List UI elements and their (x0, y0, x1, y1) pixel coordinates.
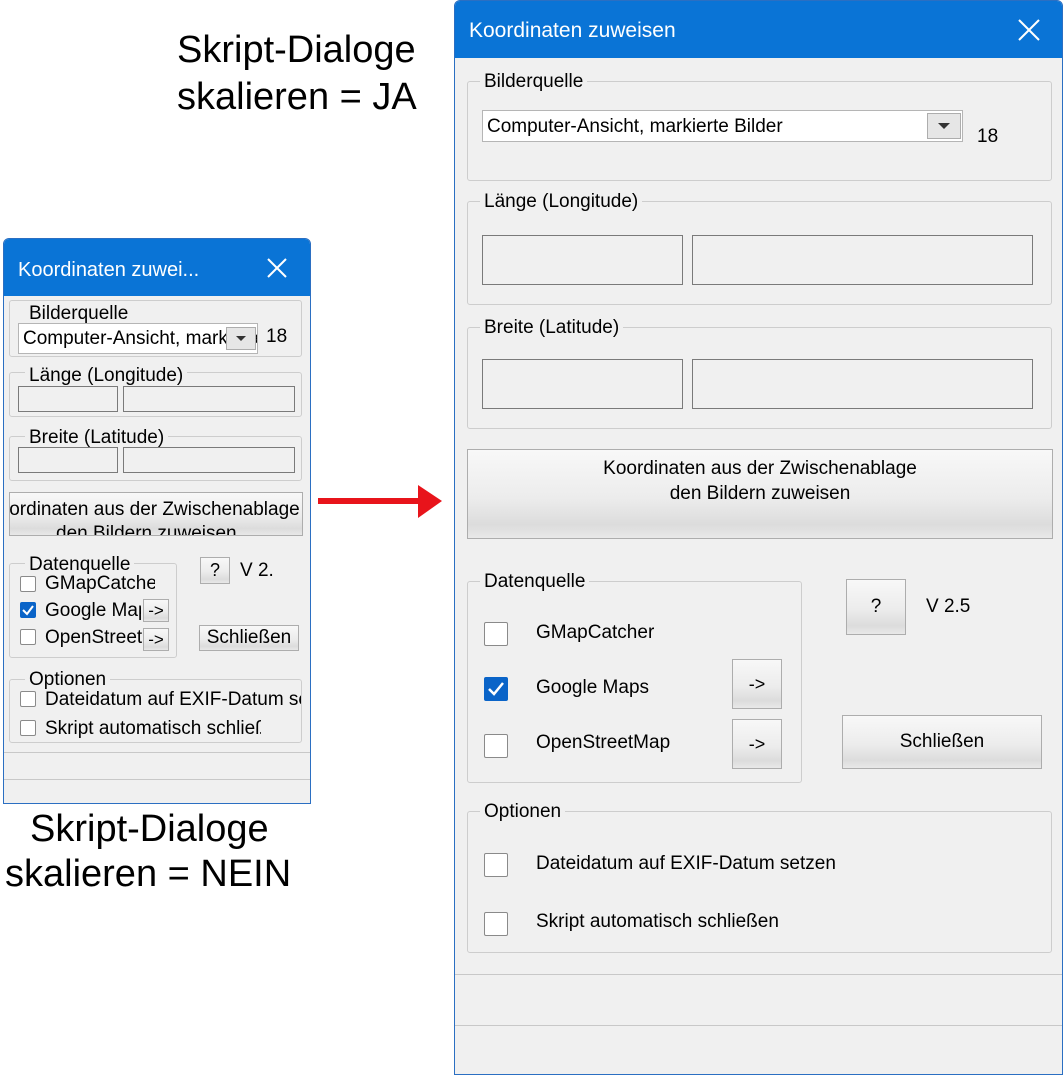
checkmark-icon (22, 605, 34, 616)
small-label-gmapcatcher: GMapCatcher (45, 573, 155, 594)
large-label-exif-date: Dateidatum auf EXIF-Datum setzen (536, 853, 836, 874)
small-legend-optionen: Optionen (25, 669, 111, 691)
small-legend-laenge: Länge (Longitude) (25, 365, 188, 387)
large-latitude-value-field[interactable] (692, 359, 1033, 409)
small-help-button[interactable]: ? (200, 557, 230, 584)
small-assign-coordinates-button[interactable]: Koordinaten aus der Zwischenablage den B… (9, 492, 303, 536)
large-dialog-window: Koordinaten zuweisen Bilderquelle Comput… (454, 0, 1063, 1075)
chevron-down-icon[interactable] (226, 327, 256, 350)
large-assign-line1: Koordinaten aus der Zwischenablage (603, 458, 917, 479)
small-checkbox-google-maps[interactable] (20, 602, 36, 618)
small-dialog-title: Koordinaten zuwei... (18, 259, 200, 281)
small-label-exif-date: Dateidatum auf EXIF-Datum setzen (45, 689, 301, 710)
small-assign-line2: den Bildern zuweisen (56, 523, 237, 536)
large-google-maps-open-button[interactable]: -> (732, 659, 782, 709)
small-label-auto-close: Skript automatisch schließen (45, 718, 261, 739)
large-checkbox-google-maps[interactable] (484, 677, 508, 701)
small-status-bar (4, 752, 310, 780)
large-help-button[interactable]: ? (846, 579, 906, 635)
checkmark-icon (488, 682, 504, 696)
large-latitude-degrees-field[interactable] (482, 359, 683, 409)
large-checkbox-auto-close[interactable] (484, 912, 508, 936)
small-legend-breite: Breite (Latitude) (25, 427, 169, 449)
large-legend-bilderquelle: Bilderquelle (480, 70, 588, 94)
small-version-label: V 2. (240, 560, 274, 581)
caption-scale-no-line1: Skript-Dialoge (30, 808, 269, 850)
large-legend-breite: Breite (Latitude) (480, 316, 624, 340)
small-longitude-value-field[interactable] (123, 386, 295, 412)
large-checkbox-exif-date[interactable] (484, 853, 508, 877)
small-checkbox-gmapcatcher[interactable] (20, 576, 36, 592)
small-close-button[interactable]: Schließen (199, 625, 299, 651)
small-checkbox-openstreetmap[interactable] (20, 629, 36, 645)
small-image-count: 18 (266, 326, 288, 347)
large-legend-datenquelle: Datenquelle (480, 570, 590, 594)
small-openstreetmap-open-button[interactable]: -> (143, 628, 169, 651)
large-label-gmapcatcher: GMapCatcher (536, 622, 655, 643)
small-checkbox-exif-date[interactable] (20, 691, 36, 707)
small-google-maps-open-button[interactable]: -> (143, 599, 169, 622)
large-longitude-value-field[interactable] (692, 235, 1033, 285)
small-label-google-maps: Google Maps (45, 600, 141, 621)
large-dialog-title: Koordinaten zuweisen (469, 19, 676, 42)
small-source-combobox[interactable]: Computer-Ansicht, markierte Bilder (18, 323, 258, 354)
caption-scale-yes-line1: Skript-Dialoge (177, 29, 416, 71)
small-assign-line1: Koordinaten aus der Zwischenablage (9, 499, 300, 520)
large-checkbox-gmapcatcher[interactable] (484, 622, 508, 646)
large-source-combobox[interactable]: Computer-Ansicht, markierte Bilder (482, 110, 963, 142)
small-dialog-window: Koordinaten zuwei... Bilderquelle Comput… (3, 238, 311, 804)
large-assign-line2: den Bildern zuweisen (669, 483, 851, 504)
comparison-arrow (318, 485, 442, 518)
large-status-bar (455, 974, 1062, 1026)
large-longitude-degrees-field[interactable] (482, 235, 683, 285)
caption-scale-yes-line2: skalieren = JA (177, 76, 417, 118)
large-legend-optionen: Optionen (480, 800, 566, 824)
small-latitude-degrees-field[interactable] (18, 447, 118, 473)
large-assign-coordinates-button[interactable]: Koordinaten aus der Zwischenablage den B… (467, 449, 1053, 539)
small-label-openstreetmap: OpenStreetMap (45, 627, 145, 648)
large-image-count: 18 (977, 126, 999, 147)
small-combo-value: Computer-Ansicht, markierte Bilder (23, 328, 258, 349)
large-close-button[interactable]: Schließen (842, 715, 1042, 769)
large-combo-value: Computer-Ansicht, markierte Bilder (487, 116, 783, 137)
small-legend-bilderquelle: Bilderquelle (25, 303, 133, 325)
large-legend-laenge: Länge (Longitude) (480, 190, 643, 214)
large-label-openstreetmap: OpenStreetMap (536, 732, 671, 753)
small-checkbox-auto-close[interactable] (20, 720, 36, 736)
small-dialog-titlebar[interactable]: Koordinaten zuwei... (4, 239, 310, 296)
large-label-auto-close: Skript automatisch schließen (536, 911, 779, 932)
large-version-label: V 2.5 (926, 596, 971, 617)
close-icon[interactable] (1017, 18, 1041, 42)
chevron-down-icon[interactable] (927, 113, 961, 139)
large-checkbox-openstreetmap[interactable] (484, 734, 508, 758)
small-longitude-degrees-field[interactable] (18, 386, 118, 412)
large-dialog-titlebar[interactable]: Koordinaten zuweisen (455, 1, 1062, 58)
caption-scale-no-line2: skalieren = NEIN (5, 853, 292, 895)
large-openstreetmap-open-button[interactable]: -> (732, 719, 782, 769)
close-icon[interactable] (266, 257, 288, 279)
large-label-google-maps: Google Maps (536, 677, 650, 698)
small-latitude-value-field[interactable] (123, 447, 295, 473)
